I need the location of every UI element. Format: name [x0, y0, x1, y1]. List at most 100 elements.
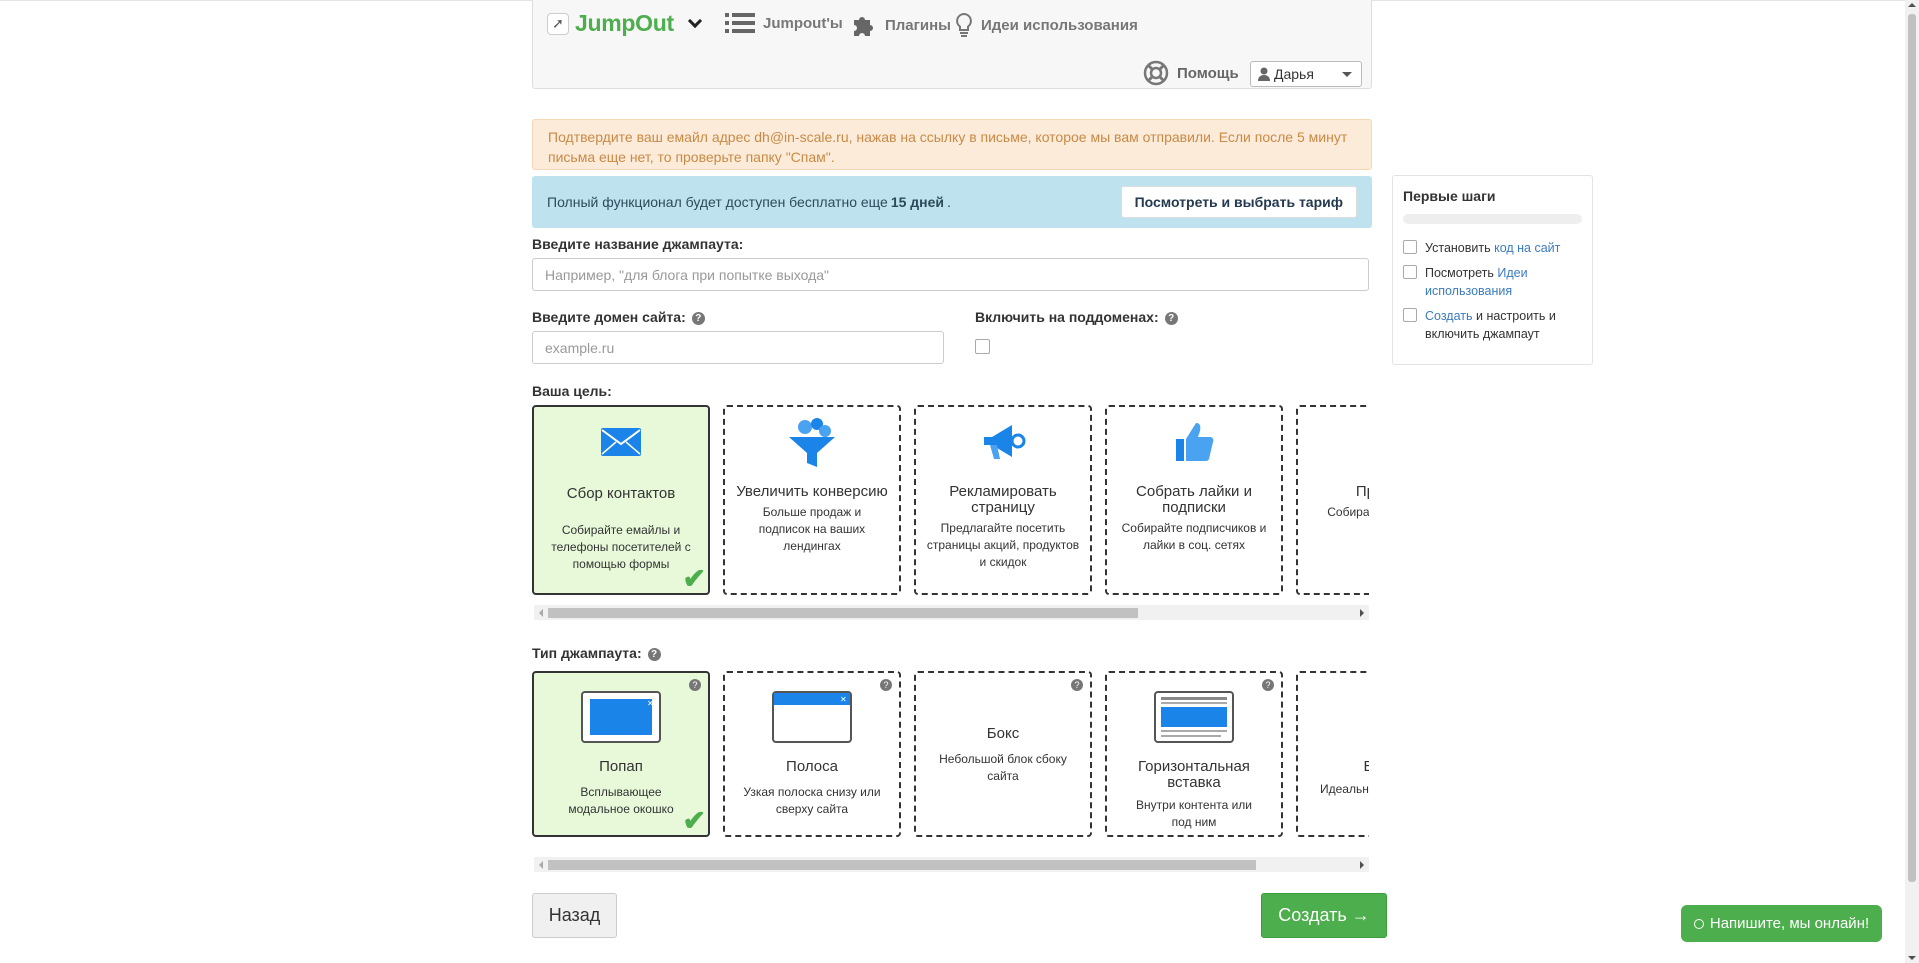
nav-plugins[interactable]: Плагины: [851, 12, 951, 38]
domain-label-wrap: Введите домен сайта:?: [532, 309, 705, 325]
type-desc: Внутри контента или под ним: [1136, 798, 1252, 829]
domain-input[interactable]: [532, 331, 944, 364]
nav-label: Jumpout'ы: [763, 14, 843, 32]
step-link[interactable]: код на сайт: [1494, 241, 1560, 255]
help-label: Помощь: [1177, 64, 1239, 82]
type-title: Бокс: [986, 725, 1020, 742]
subdomains-label: Включить на поддоменах:: [975, 309, 1159, 325]
user-select[interactable]: Дарья: [1250, 61, 1362, 87]
svg-text:✕: ✕: [840, 695, 847, 704]
help-icon[interactable]: ?: [1071, 679, 1083, 691]
step-checkbox[interactable]: [1403, 240, 1417, 254]
nav-label: Плагины: [885, 16, 951, 34]
goal-desc: Предлагайте посетить страницы акций, про…: [926, 521, 1080, 569]
scroll-left-icon[interactable]: [539, 861, 543, 869]
goal-title: Рекламировать страницу: [949, 483, 1057, 516]
check-icon: ✔: [682, 805, 706, 836]
nav-jumpouts[interactable]: Jumpout'ы: [725, 12, 843, 34]
confirm-email-alert: Подтвердите ваш емайл адрес dh@in-scale.…: [532, 119, 1372, 170]
goal-card-partial[interactable]: Пред... поз... Собира... предлага... з..…: [1296, 405, 1369, 595]
logo-text: JumpOut: [575, 10, 674, 36]
step-checkbox[interactable]: [1403, 265, 1417, 279]
bar-icon: ✕: [725, 691, 899, 743]
nav-ideas[interactable]: Идеи использования: [955, 12, 1138, 38]
scroll-right-icon[interactable]: [1360, 861, 1364, 869]
trial-suffix: .: [947, 194, 951, 210]
scroll-right-icon[interactable]: [1360, 609, 1364, 617]
list-icon: [725, 12, 755, 34]
first-steps-panel: Первые шаги Установить код на сайт Посмо…: [1392, 175, 1593, 365]
goals-scrollbar[interactable]: [534, 605, 1369, 620]
type-card-box[interactable]: ? Бокс Небольшой блок сбоку сайта: [914, 671, 1092, 837]
logo[interactable]: ➚ JumpOut: [547, 10, 702, 37]
thumbs-up-icon: [1107, 421, 1281, 469]
page-scrollbar[interactable]: [1905, 0, 1919, 963]
goal-card-likes[interactable]: Собрать лайки и подписки Собирайте подпи…: [1105, 405, 1283, 595]
help-icon[interactable]: ?: [1164, 311, 1178, 325]
types-scrollbar-thumb[interactable]: [548, 860, 1256, 870]
back-button[interactable]: Назад: [532, 893, 617, 938]
type-card-popup[interactable]: ? ✕ Попап Всплывающее модальное окошко ✔: [532, 671, 710, 837]
trial-text: Полный функционал будет доступен бесплат…: [547, 194, 888, 210]
step-text: Посмотреть: [1425, 266, 1494, 280]
goal-label: Ваша цель:: [532, 383, 612, 399]
scroll-down-icon[interactable]: [1908, 956, 1916, 960]
progress-bar: [1403, 214, 1582, 224]
goal-desc: Больше продаж и подписок на ваших лендин…: [758, 505, 866, 553]
type-cards: ? ✕ Попап Всплывающее модальное окошко ✔…: [532, 671, 1369, 837]
help-icon[interactable]: ?: [691, 311, 705, 325]
chat-button[interactable]: Напишите, мы онлайн!: [1681, 905, 1882, 942]
goal-cards: Сбор контактов Собирайте емайлы и телефо…: [532, 405, 1369, 595]
subdomains-label-wrap: Включить на поддоменах:?: [975, 309, 1178, 325]
goal-card-promote[interactable]: Рекламировать страницу Предлагайте посет…: [914, 405, 1092, 595]
type-card-vertical[interactable]: Верт... во... Идеальн...: [1296, 671, 1369, 837]
domain-label: Введите домен сайта:: [532, 309, 686, 325]
puzzle-icon: [851, 12, 877, 38]
lifebuoy-icon: [1143, 60, 1169, 86]
trial-days: 15 дней: [890, 194, 945, 210]
help-icon[interactable]: ?: [880, 679, 892, 691]
scroll-left-icon[interactable]: [539, 609, 543, 617]
type-desc: Небольшой блок сбоку сайта: [939, 752, 1067, 783]
user-icon: [1258, 67, 1270, 81]
goal-card-conversion[interactable]: Увеличить конверсию Больше продаж и подп…: [723, 405, 901, 595]
create-button[interactable]: Создать →: [1261, 893, 1387, 938]
step-ideas: Посмотреть Идеи использования: [1403, 264, 1573, 300]
subdomains-checkbox[interactable]: [975, 339, 990, 354]
partial-icon: [1298, 421, 1369, 469]
megaphone-icon: [916, 421, 1090, 469]
name-label: Введите название джампаута:: [532, 236, 744, 252]
goals-scrollbar-thumb[interactable]: [548, 608, 1138, 618]
caret-down-icon: [1342, 72, 1352, 77]
panel-title: Первые шаги: [1403, 188, 1496, 204]
step-create: Создать и настроить и включить джампаут: [1403, 307, 1573, 343]
goal-title: Собрать лайки и подписки: [1136, 483, 1252, 516]
help-link[interactable]: Помощь: [1143, 60, 1239, 86]
popup-icon: ✕: [534, 691, 708, 743]
trial-alert: Полный функционал будет доступен бесплат…: [532, 176, 1372, 228]
name-input[interactable]: [532, 258, 1369, 291]
help-icon[interactable]: ?: [1262, 679, 1274, 691]
type-card-bar[interactable]: ? ✕ Полоса Узкая полоска снизу или сверх…: [723, 671, 901, 837]
step-text: Установить: [1425, 241, 1491, 255]
user-name: Дарья: [1274, 66, 1314, 82]
help-icon[interactable]: ?: [647, 647, 661, 661]
type-title: Полоса: [786, 758, 838, 775]
goal-card-contacts[interactable]: Сбор контактов Собирайте емайлы и телефо…: [532, 405, 710, 595]
scroll-up-icon[interactable]: [1908, 3, 1916, 7]
view-tariff-button[interactable]: Посмотреть и выбрать тариф: [1120, 186, 1357, 218]
type-title: Верт... во...: [1298, 759, 1369, 775]
vertical-icon: [1298, 691, 1369, 743]
goal-title: Увеличить конверсию: [736, 483, 888, 500]
step-checkbox[interactable]: [1403, 308, 1417, 322]
step-link[interactable]: Создать: [1425, 309, 1473, 323]
type-desc: Узкая полоска снизу или сверху сайта: [743, 785, 881, 816]
page-scrollbar-thumb[interactable]: [1908, 14, 1916, 882]
funnel-icon: [725, 417, 899, 469]
app-header: ➚ JumpOut Jumpout'ы Плагины Идеи использ…: [532, 0, 1372, 89]
chevron-down-icon[interactable]: [687, 13, 702, 28]
type-label: Тип джампаута:: [532, 645, 642, 661]
types-scrollbar[interactable]: [534, 857, 1369, 872]
type-card-inline[interactable]: ? Горизонтальная вставка Внутри контента…: [1105, 671, 1283, 837]
help-icon[interactable]: ?: [689, 679, 701, 691]
